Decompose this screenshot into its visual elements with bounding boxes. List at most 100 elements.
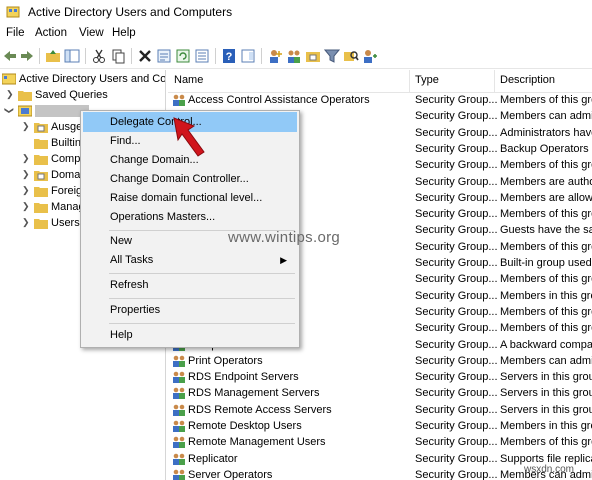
row-name: Server Operators bbox=[188, 468, 273, 480]
table-row[interactable]: RDS Endpoint Servers Security Group... Ser… bbox=[168, 369, 592, 385]
folder-icon bbox=[34, 139, 48, 149]
ad-users-computers-icon bbox=[6, 6, 20, 18]
menu-separator bbox=[109, 298, 295, 299]
row-type: Security Group... bbox=[415, 436, 498, 449]
menu-help[interactable]: Help bbox=[112, 27, 136, 39]
menu-view[interactable]: View bbox=[79, 27, 104, 39]
find-icon[interactable] bbox=[343, 48, 359, 64]
export-list-icon[interactable] bbox=[194, 48, 210, 64]
column-header-description[interactable]: Description bbox=[500, 74, 555, 86]
menu-item-change-domain-controller[interactable]: Change Domain Controller... bbox=[83, 169, 297, 189]
menu-separator bbox=[109, 323, 295, 324]
column-header-type[interactable]: Type bbox=[415, 74, 439, 86]
menu-item-properties[interactable]: Properties bbox=[83, 300, 297, 320]
cut-icon[interactable] bbox=[91, 48, 107, 64]
row-description: A backward compat bbox=[500, 338, 592, 351]
table-row[interactable]: RDS Management Servers Security Group... S… bbox=[168, 385, 592, 401]
add-to-group-icon[interactable] bbox=[362, 48, 378, 64]
properties-icon[interactable] bbox=[156, 48, 172, 64]
row-name: Print Operators bbox=[188, 354, 263, 367]
chevron-down-icon[interactable]: ❯ bbox=[3, 107, 14, 115]
row-description: Guests have the sam bbox=[500, 224, 592, 237]
column-header-name[interactable]: Name bbox=[174, 74, 203, 86]
column-divider[interactable] bbox=[409, 70, 410, 92]
row-type: Security Group... bbox=[415, 338, 498, 351]
row-type: Security Group... bbox=[415, 257, 498, 269]
new-ou-icon[interactable] bbox=[305, 48, 321, 64]
ad-root-icon bbox=[2, 73, 16, 85]
row-name: RDS Management Servers bbox=[188, 387, 320, 400]
menu-item-all-tasks[interactable]: All Tasks ▶ bbox=[83, 250, 297, 270]
row-description: Members in this gro bbox=[500, 289, 592, 302]
filter-icon[interactable] bbox=[324, 48, 340, 64]
table-row[interactable]: Remote Desktop Users Security Group... Mem… bbox=[168, 418, 592, 434]
row-description: Members of this gro bbox=[500, 94, 592, 106]
copy-icon[interactable] bbox=[110, 48, 126, 64]
group-icon bbox=[173, 420, 185, 432]
console-pane-icon[interactable] bbox=[240, 48, 256, 64]
chevron-right-icon[interactable]: ❯ bbox=[22, 185, 30, 196]
show-tree-icon[interactable] bbox=[64, 48, 80, 64]
chevron-right-icon[interactable]: ❯ bbox=[6, 89, 14, 100]
row-description: Servers in this group bbox=[500, 387, 592, 400]
row-type: Security Group... bbox=[415, 142, 498, 155]
row-description: Members of this gro bbox=[500, 159, 592, 172]
refresh-icon[interactable] bbox=[175, 48, 191, 64]
row-name: Remote Management Users bbox=[188, 436, 326, 449]
chevron-right-icon[interactable]: ❯ bbox=[22, 201, 30, 212]
chevron-right-icon[interactable]: ❯ bbox=[22, 217, 30, 228]
domain-icon bbox=[18, 105, 32, 117]
row-description: Members of this gro bbox=[500, 240, 592, 253]
group-icon bbox=[173, 453, 185, 465]
row-description: Servers in this group bbox=[500, 371, 592, 384]
menu-file[interactable]: File bbox=[6, 27, 25, 39]
menu-item-help[interactable]: Help bbox=[83, 325, 297, 345]
folder-icon bbox=[34, 219, 48, 229]
row-name: RDS Remote Access Servers bbox=[188, 403, 332, 416]
group-icon bbox=[173, 388, 185, 400]
ou-folder-icon bbox=[34, 171, 48, 181]
new-group-icon[interactable] bbox=[286, 48, 302, 64]
up-folder-icon[interactable] bbox=[45, 48, 61, 64]
chevron-right-icon[interactable]: ❯ bbox=[22, 169, 30, 180]
row-name: Replicator bbox=[188, 452, 238, 465]
row-description: Members can admin bbox=[500, 110, 592, 123]
row-description: Members of this gro bbox=[500, 436, 592, 449]
folder-icon bbox=[34, 155, 48, 165]
row-type: Security Group... bbox=[415, 354, 498, 367]
row-description: Members in this gro bbox=[500, 420, 592, 432]
row-type: Security Group... bbox=[415, 420, 498, 432]
row-type: Security Group... bbox=[415, 175, 498, 188]
row-description: Members are allowe bbox=[500, 191, 592, 204]
row-type: Security Group... bbox=[415, 110, 498, 123]
menu-item-refresh[interactable]: Refresh bbox=[83, 275, 297, 295]
table-row[interactable]: Print Operators Security Group... Members … bbox=[168, 353, 592, 369]
row-type: Security Group... bbox=[415, 94, 498, 106]
row-description: Members of this gro bbox=[500, 322, 592, 335]
back-arrow-icon[interactable] bbox=[2, 48, 18, 64]
chevron-right-icon[interactable]: ❯ bbox=[22, 153, 30, 164]
watermark: www.wintips.org bbox=[228, 229, 341, 246]
row-type: Security Group... bbox=[415, 159, 498, 172]
window-title: Active Directory Users and Computers bbox=[28, 5, 233, 19]
chevron-right-icon[interactable]: ❯ bbox=[22, 121, 30, 132]
menu-action[interactable]: Action bbox=[35, 27, 67, 39]
menu-separator bbox=[109, 273, 295, 274]
row-description: Members of this gro bbox=[500, 273, 592, 286]
table-row[interactable]: RDS Remote Access Servers Security Group.… bbox=[168, 402, 592, 418]
row-type: Security Group... bbox=[415, 126, 498, 139]
column-divider[interactable] bbox=[494, 70, 495, 92]
new-user-icon[interactable] bbox=[267, 48, 283, 64]
menu-item-raise-functional-level[interactable]: Raise domain functional level... bbox=[83, 188, 297, 208]
tree-root-label: Active Directory Users and Com bbox=[19, 73, 166, 85]
menu-item-operations-masters[interactable]: Operations Masters... bbox=[83, 207, 297, 227]
toolbar-separator bbox=[261, 48, 262, 64]
menu-bar: File Action View Help bbox=[0, 24, 592, 44]
table-row[interactable]: Access Control Assistance Operators Secur… bbox=[168, 92, 592, 108]
row-type: Security Group... bbox=[415, 387, 498, 400]
help-icon[interactable]: ? bbox=[221, 48, 237, 64]
table-row[interactable]: Remote Management Users Security Group...… bbox=[168, 434, 592, 450]
delete-icon[interactable] bbox=[137, 48, 153, 64]
forward-arrow-icon[interactable] bbox=[19, 48, 35, 64]
group-icon bbox=[173, 469, 185, 480]
